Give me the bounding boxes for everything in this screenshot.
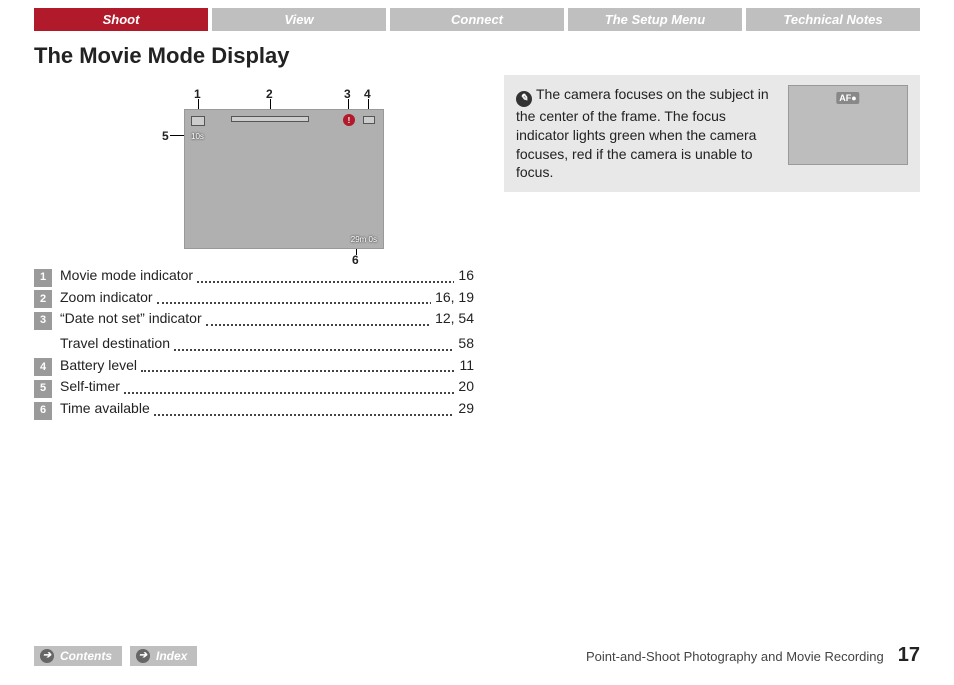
section-name: Point-and-Shoot Photography and Movie Re… bbox=[586, 649, 884, 664]
tab-technical-notes[interactable]: Technical Notes bbox=[746, 8, 920, 31]
pencil-icon: ✎ bbox=[516, 91, 532, 107]
legend-row: 6 Time available29 bbox=[34, 398, 474, 420]
arrow-right-icon: ➔ bbox=[40, 649, 54, 663]
legend-number: 3 bbox=[34, 312, 52, 330]
legend-number: 4 bbox=[34, 358, 52, 376]
legend-number: 5 bbox=[34, 380, 52, 398]
focus-note: ✎The camera focuses on the subject in th… bbox=[504, 75, 920, 192]
legend-label: Battery level bbox=[60, 355, 455, 377]
legend-label: Zoom indicator bbox=[60, 287, 431, 309]
legend-label: “Date not set” indicator bbox=[60, 308, 431, 330]
movie-mode-icon bbox=[191, 116, 205, 126]
zoom-indicator-bar bbox=[231, 116, 309, 122]
callout-5: 5 bbox=[162, 129, 169, 143]
legend-label: Self-timer bbox=[60, 376, 454, 398]
legend-list: 1 Movie mode indicator16 2 Zoom indicator16… bbox=[34, 265, 474, 420]
legend-page: 11 bbox=[455, 355, 474, 377]
legend-label: Travel destination bbox=[60, 333, 454, 355]
page-number: 17 bbox=[898, 644, 920, 667]
legend-page: 29 bbox=[454, 398, 474, 420]
page-footer: ➔ Contents ➔ Index Point-and-Shoot Photo… bbox=[34, 644, 920, 667]
legend-label: Movie mode indicator bbox=[60, 265, 454, 287]
legend-number: 2 bbox=[34, 290, 52, 308]
focus-note-text: The camera focuses on the subject in the… bbox=[516, 86, 769, 180]
legend-page: 12, 54 bbox=[431, 308, 474, 330]
contents-button[interactable]: ➔ Contents bbox=[34, 646, 122, 666]
af-indicator: AF● bbox=[836, 92, 859, 104]
legend-row: 5 Self-timer20 bbox=[34, 376, 474, 398]
legend-row: Travel destination58 bbox=[34, 330, 474, 355]
legend-page: 16 bbox=[454, 265, 474, 287]
legend-row: 2 Zoom indicator16, 19 bbox=[34, 287, 474, 309]
tab-view[interactable]: View bbox=[212, 8, 386, 31]
legend-number: 1 bbox=[34, 269, 52, 287]
legend-page: 20 bbox=[454, 376, 474, 398]
index-label: Index bbox=[156, 649, 187, 663]
tab-connect[interactable]: Connect bbox=[390, 8, 564, 31]
arrow-right-icon: ➔ bbox=[136, 649, 150, 663]
legend-page: 58 bbox=[454, 333, 474, 355]
legend-row: 1 Movie mode indicator16 bbox=[34, 265, 474, 287]
page-title: The Movie Mode Display bbox=[34, 43, 954, 69]
camera-screen: 10s ! 29m 0s bbox=[184, 109, 384, 249]
focus-mini-screen: AF● bbox=[788, 85, 908, 165]
legend-label: Time available bbox=[60, 398, 454, 420]
tab-setup-menu[interactable]: The Setup Menu bbox=[568, 8, 742, 31]
legend-number bbox=[34, 330, 52, 348]
legend-number: 6 bbox=[34, 402, 52, 420]
battery-icon bbox=[363, 116, 375, 124]
self-timer-readout: 10s bbox=[191, 132, 204, 141]
tab-shoot[interactable]: Shoot bbox=[34, 8, 208, 31]
contents-label: Contents bbox=[60, 649, 112, 663]
date-not-set-icon: ! bbox=[343, 114, 355, 126]
legend-row: 3 “Date not set” indicator12, 54 bbox=[34, 308, 474, 330]
time-available-readout: 29m 0s bbox=[351, 235, 377, 244]
legend-page: 16, 19 bbox=[431, 287, 474, 309]
top-tabs: Shoot View Connect The Setup Menu Techni… bbox=[34, 8, 920, 31]
index-button[interactable]: ➔ Index bbox=[130, 646, 197, 666]
legend-row: 4 Battery level11 bbox=[34, 355, 474, 377]
display-diagram: 10s ! 29m 0s 1 2 3 4 5 6 bbox=[34, 75, 474, 265]
